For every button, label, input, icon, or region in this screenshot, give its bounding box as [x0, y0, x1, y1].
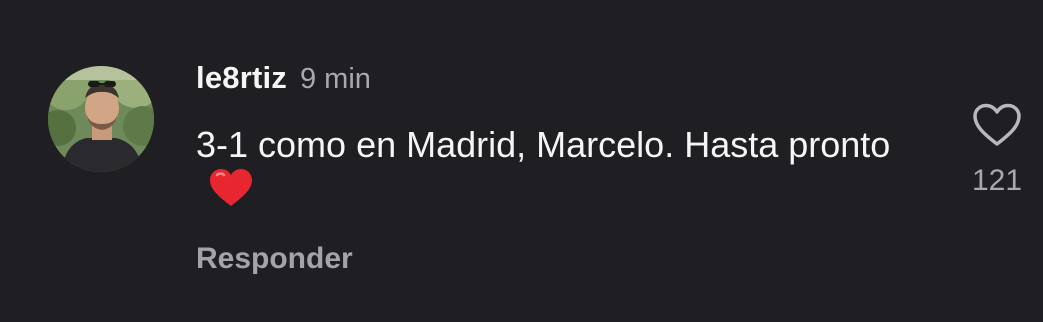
comment-body: le8rtiz 9 min 3-1 como en Madrid, Marcel…	[196, 60, 916, 276]
comment-text: 3-1 como en Madrid, Marcelo. Hasta pront…	[196, 122, 896, 218]
heart-outline-icon[interactable]	[972, 103, 1022, 147]
avatar-photo	[48, 66, 154, 172]
like-count: 121	[971, 164, 1023, 197]
comment-item: le8rtiz 9 min 3-1 como en Madrid, Marcel…	[0, 0, 1043, 322]
red-heart-emoji-icon	[208, 168, 254, 218]
timestamp: 9 min	[300, 63, 371, 95]
username[interactable]: le8rtiz	[196, 60, 287, 96]
avatar[interactable]	[48, 66, 154, 172]
like-section: 121	[965, 103, 1029, 198]
comment-text-content: 3-1 como en Madrid, Marcelo. Hasta pront…	[196, 124, 891, 165]
reply-button[interactable]: Responder	[196, 242, 916, 276]
comment-meta: le8rtiz 9 min	[196, 60, 916, 100]
